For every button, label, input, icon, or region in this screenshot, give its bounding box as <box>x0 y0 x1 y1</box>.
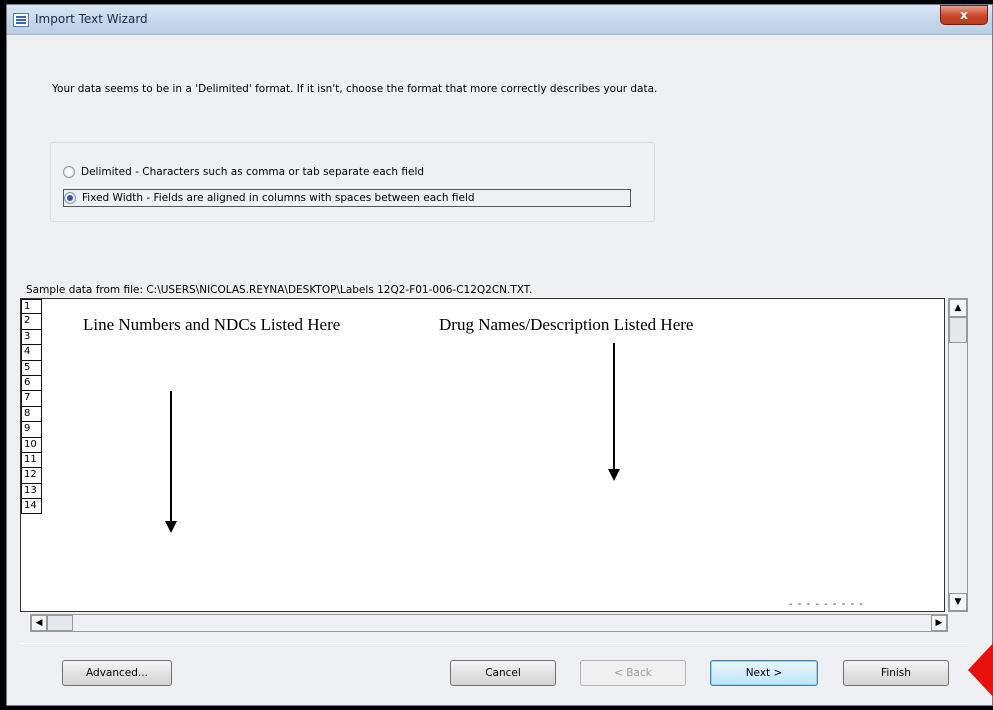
line-number: 4 <box>21 345 42 361</box>
line-number: 1 <box>21 299 42 315</box>
line-number: 6 <box>21 375 42 392</box>
delimited-label: Delimited - Characters such as comma or … <box>81 166 425 178</box>
left-arrow-head <box>165 521 177 533</box>
left-annotation-arrow <box>170 391 172 521</box>
line-number: 3 <box>21 329 42 346</box>
vertical-scroll-thumb[interactable] <box>949 317 967 343</box>
red-pointer-marker <box>968 640 993 700</box>
fixed-width-radio[interactable] <box>64 192 76 204</box>
sample-file-label: Sample data from file: C:\USERS\NICOLAS.… <box>26 284 533 296</box>
line-number: 8 <box>21 406 42 423</box>
right-arrow-head <box>608 469 620 481</box>
line-number: 14 <box>21 499 42 515</box>
format-description: Your data seems to be in a 'Delimited' f… <box>52 83 658 95</box>
wizard-icon <box>13 13 29 27</box>
next-button[interactable]: Next > <box>710 660 818 686</box>
scroll-down-icon[interactable]: ▼ <box>949 593 967 611</box>
advanced-button[interactable]: Advanced... <box>62 660 172 686</box>
sample-trailing-dashes: - - - - - - - - - <box>789 599 864 610</box>
title-bar: Import Text Wizard x <box>7 5 992 35</box>
back-button[interactable]: < Back <box>580 660 686 686</box>
footer-separator <box>20 643 968 644</box>
delimited-option[interactable]: Delimited - Characters such as comma or … <box>63 163 424 181</box>
finish-button[interactable]: Finish <box>843 660 949 686</box>
format-option-group: Delimited - Characters such as comma or … <box>50 142 655 222</box>
scroll-right-icon[interactable]: ▶ <box>931 615 947 631</box>
sample-data-grid[interactable]: 1 2 3 4 5 6 7 8 9 10 11 12 13 14 Line Numbers and NDC… <box>20 298 945 612</box>
line-number: 9 <box>21 422 42 438</box>
line-number: 12 <box>21 468 42 484</box>
right-annotation-arrow <box>613 343 615 469</box>
scroll-up-icon[interactable]: ▲ <box>949 299 967 317</box>
line-number-column: 1 2 3 4 5 6 7 8 9 10 11 12 13 14 <box>21 299 42 515</box>
line-number: 13 <box>21 483 42 500</box>
horizontal-scroll-thumb[interactable] <box>47 615 73 631</box>
drug-names-annotation: Drug Names/Description Listed Here <box>439 315 694 334</box>
line-number: 2 <box>21 314 42 330</box>
line-number: 5 <box>21 360 42 376</box>
line-number: 7 <box>21 391 42 407</box>
close-button[interactable]: x <box>940 5 988 25</box>
horizontal-scrollbar[interactable]: ◀ ▶ <box>30 614 948 632</box>
line-number: 10 <box>21 437 42 453</box>
line-number: 11 <box>21 452 42 469</box>
fixed-width-option[interactable]: Fixed Width - Fields are aligned in colu… <box>63 189 631 207</box>
delimited-radio[interactable] <box>63 166 75 178</box>
fixed-width-label: Fixed Width - Fields are aligned in colu… <box>82 192 475 204</box>
vertical-scrollbar[interactable]: ▲ ▼ <box>948 298 968 612</box>
window-title: Import Text Wizard <box>35 12 148 26</box>
scroll-left-icon[interactable]: ◀ <box>31 615 47 631</box>
cancel-button[interactable]: Cancel <box>450 660 556 686</box>
line-numbers-annotation: Line Numbers and NDCs Listed Here <box>83 315 341 334</box>
